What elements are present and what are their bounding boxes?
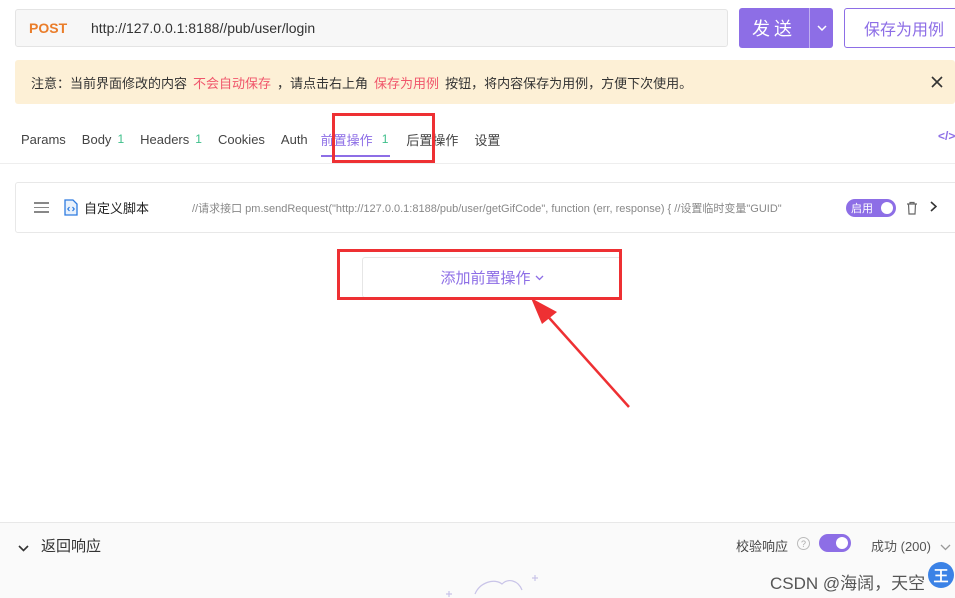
- tab-auth[interactable]: Auth: [281, 132, 308, 147]
- tab-headers-count: 1: [195, 132, 202, 146]
- pre-operation-script-row[interactable]: 自定义脚本 //请求接口 pm.sendRequest("http://127.…: [15, 182, 955, 233]
- tab-pre-operations-count: 1: [381, 132, 389, 146]
- enable-toggle[interactable]: 启用: [846, 198, 896, 217]
- method-select[interactable]: POST: [29, 20, 91, 36]
- tab-params-label: Params: [21, 131, 66, 147]
- response-title[interactable]: 返回响应: [41, 535, 101, 556]
- tab-settings[interactable]: 设置: [474, 130, 500, 149]
- tab-body-label: Body: [81, 131, 112, 147]
- empty-state-illustration-icon: [446, 575, 538, 597]
- watermark: CSDN @海阔，天空: [770, 574, 926, 593]
- notice-highlight-no-autosave: 不会自动保存: [193, 75, 272, 91]
- tabs-divider: [0, 163, 955, 164]
- tab-cookies[interactable]: Cookies: [218, 132, 265, 147]
- drag-handle-icon[interactable]: [34, 202, 49, 213]
- chevron-right-icon[interactable]: [930, 199, 938, 217]
- validate-response-toggle[interactable]: [819, 534, 851, 552]
- url-input[interactable]: POST http://127.0.0.1:8188//pub/user/log…: [15, 9, 728, 47]
- response-status-select[interactable]: 成功 (200): [871, 536, 931, 555]
- tab-settings-label: 设置: [474, 132, 501, 148]
- tab-pre-operations[interactable]: 前置操作 1: [320, 130, 391, 157]
- tab-body[interactable]: Body 1: [82, 132, 124, 147]
- collapse-chevron-down-icon[interactable]: [18, 539, 29, 557]
- script-name: 自定义脚本: [84, 201, 150, 216]
- toggle-knob: [836, 537, 848, 549]
- request-tabs: Params Body 1 Headers 1 Cookies Auth 前置操…: [21, 128, 516, 157]
- send-dropdown-chevron-down-icon[interactable]: [810, 8, 833, 48]
- unsaved-notice: 注意：当前界面修改的内容 不会自动保存 ，请点击右上角 保存为用例 按钮，将内容…: [15, 60, 955, 104]
- url-text[interactable]: http://127.0.0.1:8188//pub/user/login: [91, 20, 315, 36]
- tab-params[interactable]: Params: [21, 132, 66, 147]
- tab-post-operations[interactable]: 后置操作: [406, 130, 458, 149]
- help-icon[interactable]: ?: [797, 537, 810, 550]
- script-file-icon: [64, 199, 78, 216]
- send-label[interactable]: 发送: [739, 8, 809, 48]
- tab-body-count: 1: [117, 132, 125, 146]
- tab-pre-operations-label: 前置操作: [320, 132, 373, 148]
- add-pre-operation-button[interactable]: 添加前置操作: [362, 257, 622, 298]
- chevron-down-icon: [535, 275, 543, 280]
- script-preview: //请求接口 pm.sendRequest("http://127.0.0.1:…: [192, 202, 782, 215]
- tab-auth-label: Auth: [280, 131, 308, 147]
- validate-response-label: 校验响应: [736, 539, 789, 554]
- close-icon[interactable]: [927, 72, 947, 92]
- tab-headers[interactable]: Headers 1: [140, 132, 202, 147]
- code-icon[interactable]: </>: [938, 129, 955, 143]
- trash-icon[interactable]: [906, 201, 918, 215]
- save-as-case-button[interactable]: 保存为用例: [844, 8, 955, 48]
- notice-suffix: 按钮，将内容保存为用例，方便下次使用。: [445, 75, 693, 91]
- notice-prefix: 注意：当前界面修改的内容: [31, 75, 188, 91]
- send-button[interactable]: 发送: [739, 8, 833, 48]
- toggle-knob: [881, 201, 893, 214]
- tab-cookies-label: Cookies: [217, 131, 265, 147]
- watermark-badge-icon: 王: [928, 562, 954, 588]
- tab-headers-label: Headers: [140, 131, 190, 147]
- status-chevron-down-icon[interactable]: [940, 538, 951, 556]
- tab-post-operations-label: 后置操作: [406, 132, 459, 148]
- enable-toggle-label: 启用: [851, 202, 873, 215]
- notice-highlight-save-case: 保存为用例: [374, 75, 440, 91]
- add-pre-operation-label: 添加前置操作: [440, 270, 531, 287]
- notice-middle: ，请点击右上角: [277, 75, 369, 91]
